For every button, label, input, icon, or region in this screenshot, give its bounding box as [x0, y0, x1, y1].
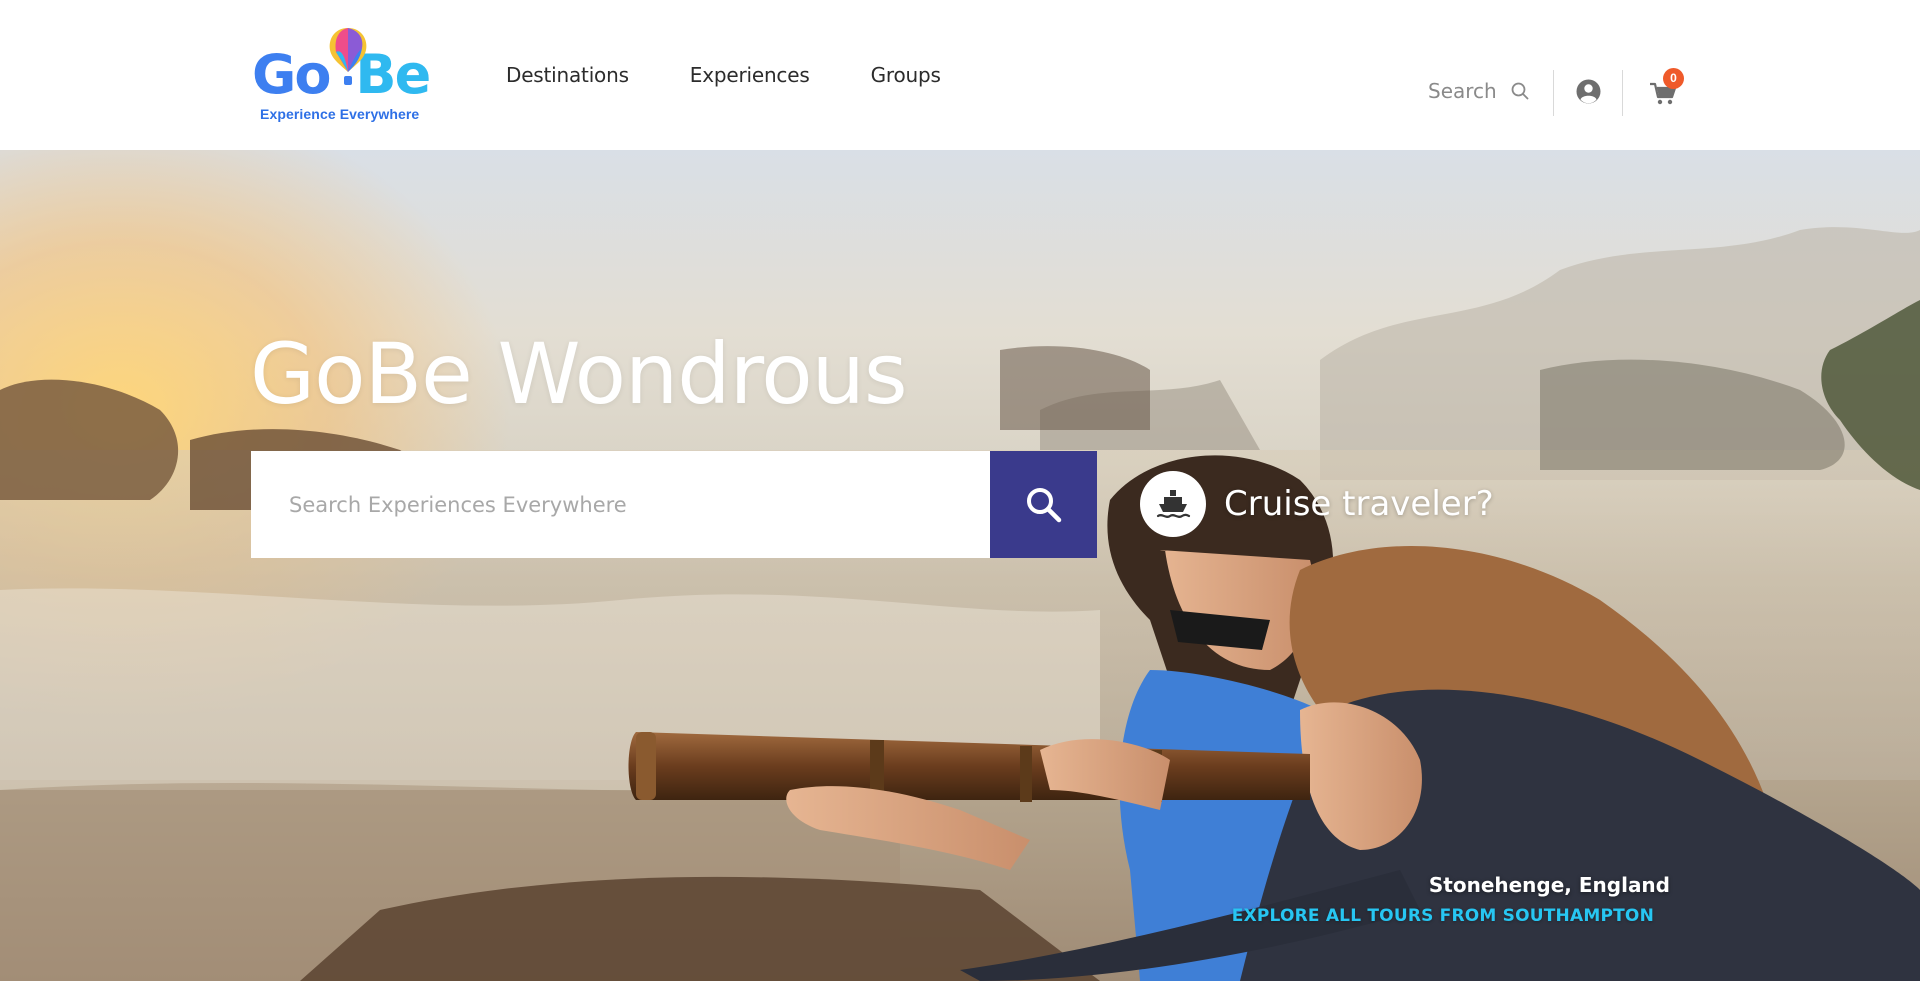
search-icon	[1026, 487, 1061, 522]
header-divider	[1553, 70, 1554, 116]
gobe-logo[interactable]: Go Be Experience Everywhere	[252, 26, 432, 126]
main-nav: Destinations Experiences Groups	[506, 0, 1002, 150]
nav-experiences[interactable]: Experiences	[690, 63, 810, 87]
photo-location: Stonehenge, England	[1428, 873, 1670, 897]
user-circle-icon[interactable]	[1576, 79, 1601, 104]
site-header: Go Be Experience Everywhere Destinations …	[0, 0, 1920, 150]
hero-title: GoBe Wondrous	[250, 325, 908, 423]
balloon-icon	[329, 28, 367, 85]
hero-banner: GoBe Wondrous Cruise traveler? Stoneheng…	[0, 150, 1920, 981]
cart-count-badge: 0	[1663, 68, 1684, 89]
logo-go: Go	[252, 43, 331, 106]
header-search-label: Search	[1428, 79, 1497, 103]
hero-background-image	[0, 227, 1920, 981]
search-icon	[1511, 82, 1529, 100]
cruise-traveler-link[interactable]: Cruise traveler?	[1140, 471, 1494, 537]
explore-tours-link[interactable]: EXPLORE ALL TOURS FROM SOUTHAMPTON	[1232, 906, 1654, 926]
nav-destinations[interactable]: Destinations	[506, 63, 629, 87]
header-divider	[1622, 70, 1623, 116]
experience-search-input[interactable]	[251, 451, 990, 558]
cruise-icon-circle	[1140, 471, 1206, 537]
cruise-traveler-label: Cruise traveler?	[1224, 484, 1494, 524]
header-search-button[interactable]: Search	[1428, 76, 1529, 106]
nav-groups[interactable]: Groups	[871, 63, 941, 87]
ship-icon	[1156, 490, 1191, 518]
experience-search-button[interactable]	[990, 451, 1097, 558]
logo-tagline: Experience Everywhere	[260, 106, 420, 122]
